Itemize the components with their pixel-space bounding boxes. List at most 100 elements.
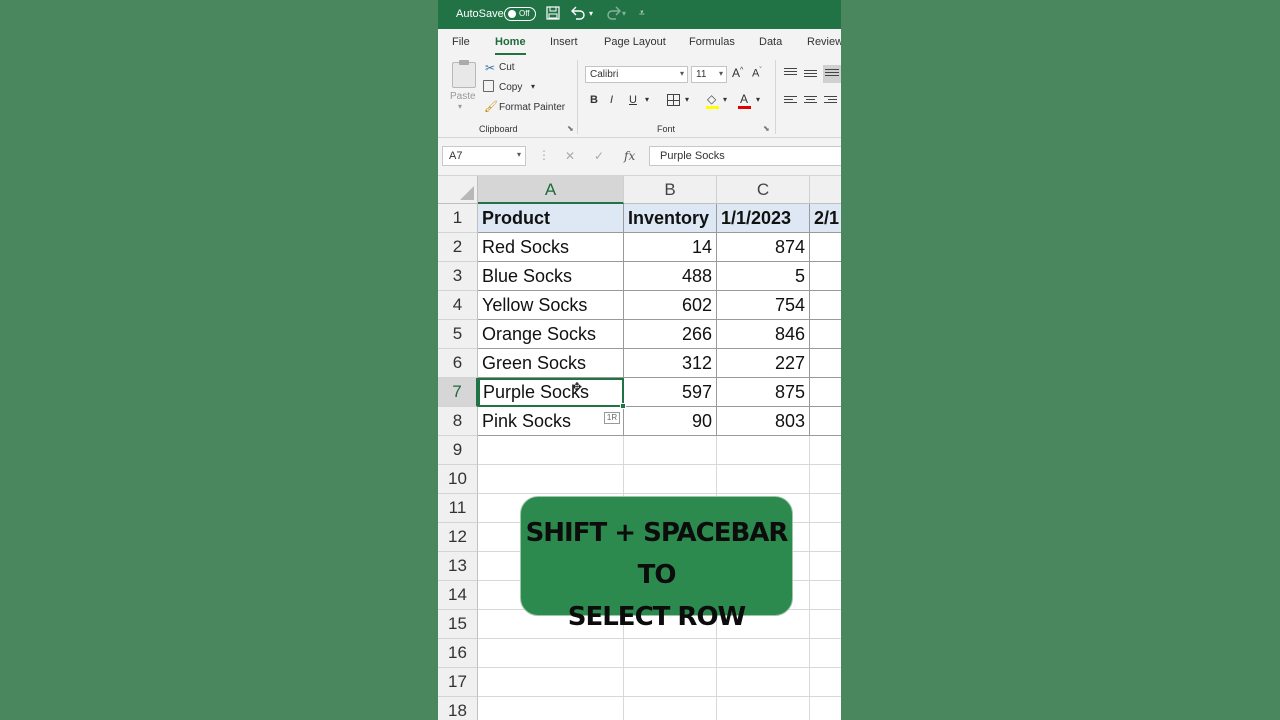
tab-formulas[interactable]: Formulas xyxy=(689,36,735,48)
row-header-18[interactable]: 18 xyxy=(438,697,478,720)
row-header-5[interactable]: 5 xyxy=(438,320,478,349)
tab-review[interactable]: Review xyxy=(807,36,841,48)
grid-cell[interactable] xyxy=(810,581,841,610)
grid-cell[interactable] xyxy=(478,436,624,465)
grid-cell[interactable] xyxy=(624,639,717,668)
font-color-icon[interactable]: A xyxy=(740,92,748,106)
undo-icon[interactable] xyxy=(570,6,586,24)
italic-button[interactable]: I xyxy=(610,94,613,106)
redo-dropdown-icon[interactable]: ▾ xyxy=(622,6,626,22)
grid-cell[interactable] xyxy=(810,262,841,291)
grid-cell[interactable]: Red Socks xyxy=(478,233,624,262)
autosave-toggle[interactable]: Off xyxy=(504,7,536,21)
tab-insert[interactable]: Insert xyxy=(550,36,578,48)
grid-cell[interactable] xyxy=(810,407,841,436)
align-middle-icon[interactable] xyxy=(804,70,817,80)
fill-color-dropdown-icon[interactable]: ▾ xyxy=(723,95,727,104)
column-header-c[interactable]: C xyxy=(717,176,810,204)
grid-cell[interactable] xyxy=(624,697,717,720)
name-box[interactable]: A7 ▾ xyxy=(442,146,526,166)
underline-button[interactable]: U xyxy=(629,94,637,106)
grid-cell[interactable]: Yellow Socks xyxy=(478,291,624,320)
tab-file[interactable]: File xyxy=(452,36,470,48)
row-header-14[interactable]: 14 xyxy=(438,581,478,610)
grid-cell[interactable] xyxy=(810,320,841,349)
format-painter-button[interactable]: Format Painter xyxy=(499,102,565,113)
grid-cell[interactable]: 266 xyxy=(624,320,717,349)
grid-cell[interactable] xyxy=(810,233,841,262)
underline-dropdown-icon[interactable]: ▾ xyxy=(645,95,649,104)
grid-cell[interactable] xyxy=(478,668,624,697)
row-header-7[interactable]: 7 xyxy=(438,378,478,407)
row-header-13[interactable]: 13 xyxy=(438,552,478,581)
borders-icon[interactable] xyxy=(667,94,680,106)
row-header-16[interactable]: 16 xyxy=(438,639,478,668)
grid-cell[interactable]: 846 xyxy=(717,320,810,349)
row-header-17[interactable]: 17 xyxy=(438,668,478,697)
selected-cell[interactable]: Purple Socks xyxy=(478,378,624,407)
grid-cell[interactable] xyxy=(810,668,841,697)
grid-cell[interactable]: Inventory xyxy=(624,204,717,233)
row-header-8[interactable]: 8 xyxy=(438,407,478,436)
grid-cell[interactable]: 5 xyxy=(717,262,810,291)
save-icon[interactable] xyxy=(546,6,560,24)
grid-cell[interactable] xyxy=(717,465,810,494)
row-header-12[interactable]: 12 xyxy=(438,523,478,552)
column-header-d[interactable] xyxy=(810,176,841,204)
align-left-icon[interactable] xyxy=(784,96,797,106)
grid-cell[interactable] xyxy=(810,349,841,378)
font-name-box[interactable]: Calibri ▾ xyxy=(585,66,688,83)
grid-cell[interactable] xyxy=(810,494,841,523)
grid-cell[interactable] xyxy=(717,668,810,697)
cancel-icon[interactable]: ✕ xyxy=(565,149,575,163)
grid-cell[interactable] xyxy=(810,291,841,320)
row-header-2[interactable]: 2 xyxy=(438,233,478,262)
clipboard-launcher-icon[interactable]: ⬊ xyxy=(567,124,574,133)
row-header-1[interactable]: 1 xyxy=(438,204,478,233)
grid-cell[interactable] xyxy=(810,610,841,639)
grid-cell[interactable] xyxy=(810,523,841,552)
grid-cell[interactable]: 1/1/2023 xyxy=(717,204,810,233)
fill-color-icon[interactable]: ◇ xyxy=(707,92,716,106)
grid-cell[interactable]: Blue Socks xyxy=(478,262,624,291)
quick-analysis-icon[interactable]: 1R xyxy=(604,412,620,424)
grid-cell[interactable]: 312 xyxy=(624,349,717,378)
enter-icon[interactable]: ✓ xyxy=(594,149,604,163)
grid-cell[interactable]: 754 xyxy=(717,291,810,320)
font-size-box[interactable]: 11 ▾ xyxy=(691,66,727,83)
formula-input[interactable]: Purple Socks xyxy=(649,146,841,166)
grid-cell[interactable]: 227 xyxy=(717,349,810,378)
grid-cell[interactable] xyxy=(810,465,841,494)
row-header-6[interactable]: 6 xyxy=(438,349,478,378)
font-launcher-icon[interactable]: ⬊ xyxy=(763,124,770,133)
align-bottom-icon[interactable] xyxy=(823,65,841,83)
redo-icon[interactable] xyxy=(606,6,622,24)
copy-button[interactable]: Copy xyxy=(499,82,522,93)
grid-cell[interactable]: 90 xyxy=(624,407,717,436)
select-all-button[interactable] xyxy=(438,176,478,204)
grid-cell[interactable] xyxy=(478,639,624,668)
increase-font-icon[interactable]: A^ xyxy=(732,66,743,80)
column-header-b[interactable]: B xyxy=(624,176,717,204)
grid-cell[interactable]: 2/1 xyxy=(810,204,841,233)
grid-cell[interactable]: Pink Socks xyxy=(478,407,624,436)
row-header-9[interactable]: 9 xyxy=(438,436,478,465)
grid-cell[interactable]: 803 xyxy=(717,407,810,436)
grid-cell[interactable] xyxy=(717,697,810,720)
row-header-15[interactable]: 15 xyxy=(438,610,478,639)
grid-cell[interactable] xyxy=(810,697,841,720)
customize-qat-icon[interactable]: ⩡ xyxy=(639,6,645,22)
grid-cell[interactable]: 874 xyxy=(717,233,810,262)
undo-dropdown-icon[interactable]: ▾ xyxy=(589,6,593,22)
row-header-4[interactable]: 4 xyxy=(438,291,478,320)
grid-cell[interactable]: 14 xyxy=(624,233,717,262)
font-color-dropdown-icon[interactable]: ▾ xyxy=(756,95,760,104)
row-header-10[interactable]: 10 xyxy=(438,465,478,494)
grid-cell[interactable] xyxy=(717,639,810,668)
grid-cell[interactable] xyxy=(717,436,810,465)
borders-dropdown-icon[interactable]: ▾ xyxy=(685,95,689,104)
column-header-a[interactable]: A xyxy=(478,176,624,204)
tab-home[interactable]: Home xyxy=(495,36,526,55)
align-right-icon[interactable] xyxy=(824,96,837,106)
paste-icon[interactable] xyxy=(452,60,476,88)
